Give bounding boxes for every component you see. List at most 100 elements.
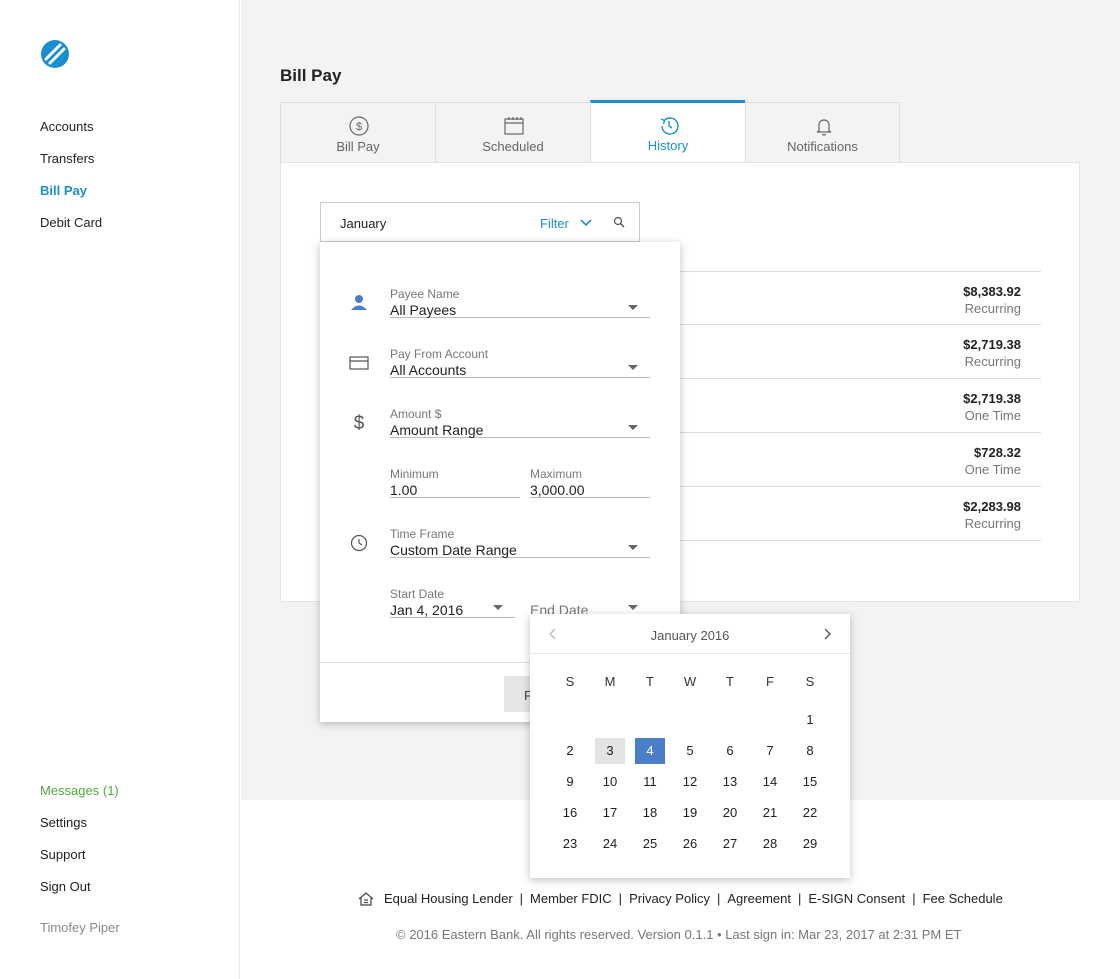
- caret-down-icon: [628, 605, 638, 610]
- calendar-week: 16 17 18 19 20 21 22: [550, 797, 830, 828]
- caret-down-icon: [628, 365, 638, 370]
- calendar-day-number: 10: [602, 773, 618, 789]
- payment-amount: $728.32: [974, 445, 1021, 460]
- calendar-day[interactable]: 17: [590, 797, 630, 828]
- footer-link-equal-housing[interactable]: Equal Housing Lender: [384, 891, 513, 906]
- footer-link-agreement[interactable]: Agreement: [727, 891, 791, 906]
- calendar-day[interactable]: 18: [630, 797, 670, 828]
- calendar-day-number: 24: [602, 835, 618, 851]
- account-value: All Accounts: [390, 362, 467, 378]
- timeframe-select[interactable]: Time Frame Custom Date Range: [390, 527, 650, 558]
- calendar-day-number: [635, 707, 665, 733]
- nav-settings[interactable]: Settings: [40, 814, 119, 846]
- calendar-day-number: 4: [635, 737, 665, 764]
- nav-sign-out[interactable]: Sign Out: [40, 878, 119, 910]
- caret-down-icon: [628, 305, 638, 310]
- calendar-day-number: 12: [682, 773, 698, 789]
- search-filter-box[interactable]: January Filter: [320, 202, 640, 242]
- date-picker: January 2016 S M T W T F S 1 2 3 4 5 6 7 8 9 10 11…: [530, 614, 850, 878]
- amount-select[interactable]: Amount $ Amount Range: [390, 407, 650, 438]
- calendar-day[interactable]: 9: [550, 766, 590, 797]
- minimum-label: Minimum: [390, 467, 439, 481]
- tab-label: Scheduled: [482, 139, 544, 154]
- calendar-day[interactable]: 20: [710, 797, 750, 828]
- chevron-right-icon[interactable]: [822, 628, 832, 640]
- nav-bill-pay[interactable]: Bill Pay: [40, 182, 102, 214]
- secondary-nav: Messages (1) Settings Support Sign Out: [40, 782, 119, 910]
- footer-link-fdic[interactable]: Member FDIC: [530, 891, 612, 906]
- calendar-day[interactable]: 29: [790, 828, 830, 859]
- calendar-day-number: 3: [595, 737, 625, 764]
- calendar-empty-cell: [630, 704, 670, 735]
- calendar-day[interactable]: 16: [550, 797, 590, 828]
- bank-logo-icon[interactable]: [40, 39, 70, 69]
- history-icon: [660, 117, 679, 135]
- calendar-day[interactable]: 3: [590, 735, 630, 766]
- calendar-month-title: January 2016: [650, 628, 730, 643]
- calendar-day[interactable]: 26: [670, 828, 710, 859]
- divider: |: [618, 891, 623, 906]
- search-input[interactable]: January: [340, 216, 386, 231]
- tab-scheduled[interactable]: Scheduled: [435, 102, 590, 163]
- calendar-day[interactable]: 10: [590, 766, 630, 797]
- filter-toggle[interactable]: Filter: [540, 216, 569, 231]
- tab-history[interactable]: History: [590, 100, 745, 164]
- calendar-day[interactable]: 23: [550, 828, 590, 859]
- weekday-label: T: [646, 674, 654, 689]
- calendar-day[interactable]: 19: [670, 797, 710, 828]
- payment-type: Recurring: [964, 516, 1021, 531]
- calendar-day[interactable]: 8: [790, 735, 830, 766]
- tab-bill-pay[interactable]: $ Bill Pay: [280, 102, 435, 163]
- calendar-day[interactable]: 15: [790, 766, 830, 797]
- calendar-day[interactable]: 27: [710, 828, 750, 859]
- maximum-field[interactable]: Maximum 3,000.00: [530, 467, 650, 498]
- calendar-day[interactable]: 11: [630, 766, 670, 797]
- nav-accounts[interactable]: Accounts: [40, 118, 102, 150]
- calendar-day-number: 15: [802, 773, 818, 789]
- calendar-day[interactable]: 24: [590, 828, 630, 859]
- calendar-day[interactable]: 25: [630, 828, 670, 859]
- calendar-day[interactable]: 1: [790, 704, 830, 735]
- calendar-day-number: 8: [806, 742, 814, 758]
- divider: |: [797, 891, 802, 906]
- calendar-day[interactable]: 12: [670, 766, 710, 797]
- user-name: Timofey Piper: [40, 920, 120, 935]
- calendar-day[interactable]: 28: [750, 828, 790, 859]
- footer-link-privacy[interactable]: Privacy Policy: [629, 891, 710, 906]
- calendar-day[interactable]: 2: [550, 735, 590, 766]
- payment-type: Recurring: [964, 354, 1021, 369]
- start-date-label: Start Date: [390, 587, 445, 601]
- calendar-day[interactable]: 5: [670, 735, 710, 766]
- calendar-day[interactable]: 13: [710, 766, 750, 797]
- sidebar: Accounts Transfers Bill Pay Debit Card M…: [0, 0, 240, 979]
- account-select[interactable]: Pay From Account All Accounts: [390, 347, 650, 378]
- footer-link-fees[interactable]: Fee Schedule: [923, 891, 1003, 906]
- calendar-icon: [504, 117, 524, 135]
- calendar-day[interactable]: 22: [790, 797, 830, 828]
- chevron-down-icon[interactable]: [580, 218, 592, 228]
- footer-link-esign[interactable]: E-SIGN Consent: [808, 891, 905, 906]
- minimum-field[interactable]: Minimum 1.00: [390, 467, 520, 498]
- divider: |: [716, 891, 721, 906]
- calendar-day[interactable]: 14: [750, 766, 790, 797]
- amount-label: Amount $: [390, 407, 442, 421]
- calendar-day[interactable]: 6: [710, 735, 750, 766]
- tab-notifications[interactable]: Notifications: [745, 102, 900, 163]
- weekday-label: S: [805, 674, 815, 689]
- calendar-empty-cell: [670, 704, 710, 735]
- nav-transfers[interactable]: Transfers: [40, 150, 102, 182]
- calendar-day[interactable]: 7: [750, 735, 790, 766]
- nav-debit-card[interactable]: Debit Card: [40, 214, 102, 246]
- search-icon[interactable]: [613, 216, 625, 228]
- primary-nav: Accounts Transfers Bill Pay Debit Card: [40, 118, 102, 246]
- calendar-day[interactable]: 21: [750, 797, 790, 828]
- payee-select[interactable]: Payee Name All Payees: [390, 287, 650, 318]
- calendar-day-number: 22: [802, 804, 818, 820]
- calendar-day[interactable]: 4: [630, 735, 670, 766]
- nav-support[interactable]: Support: [40, 846, 119, 878]
- calendar-day-number: 20: [722, 804, 738, 820]
- calendar-week: 9 10 11 12 13 14 15: [550, 766, 830, 797]
- nav-messages[interactable]: Messages (1): [40, 782, 119, 814]
- start-date-field[interactable]: Start Date Jan 4, 2016: [390, 587, 515, 618]
- calendar-day-number: 29: [802, 835, 818, 851]
